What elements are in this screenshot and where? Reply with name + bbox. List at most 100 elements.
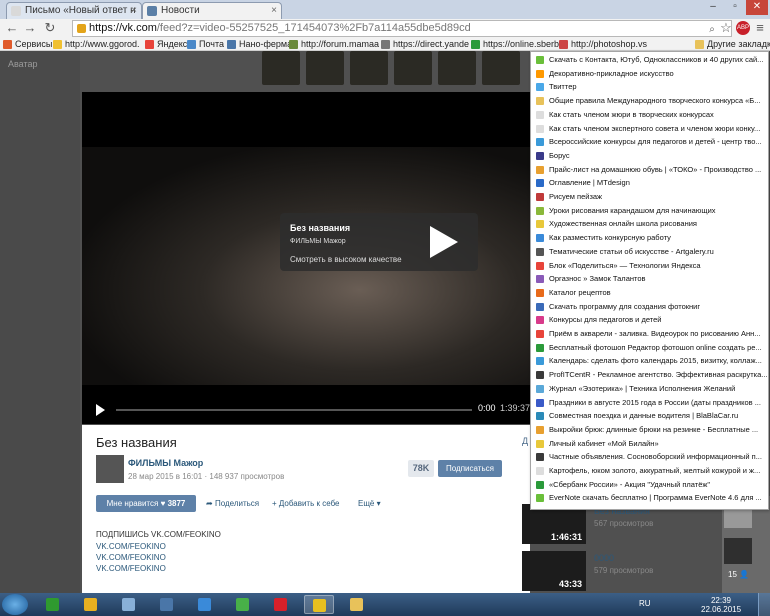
bookmark-menu-item[interactable]: Календарь: сделать фото календарь 2015, …: [531, 355, 770, 367]
bookmark-menu-item[interactable]: Общие правила Международного творческого…: [531, 95, 770, 107]
bookmark-menu-item[interactable]: ProfITCentR - Рекламное агентство. Эффек…: [531, 369, 770, 381]
clock[interactable]: 22:39 22.06.2015: [701, 596, 741, 614]
other-bookmarks-button[interactable]: Другие закладки: [694, 38, 770, 51]
bookmark-menu-item[interactable]: Тематические статьи об искусстве - Artga…: [531, 246, 770, 258]
feed-thumbnail[interactable]: [482, 51, 520, 85]
bookmark-menu-item[interactable]: Блок «Поделиться» — Технологии Яндекса: [531, 260, 770, 272]
related-thumbnail[interactable]: 1:46:31: [522, 504, 586, 544]
avatar[interactable]: [96, 455, 124, 483]
taskbar-app-button[interactable]: [76, 595, 106, 614]
close-icon[interactable]: ×: [131, 5, 137, 16]
bookmark-menu-item[interactable]: Художественная онлайн школа рисования: [531, 218, 770, 230]
bookmark-menu-item[interactable]: Журнал «Эзотерика» | Техника Исполнения …: [531, 383, 770, 395]
description-line[interactable]: VK.COM/FEOKINO: [96, 542, 166, 551]
bookmark-item[interactable]: Сервисы: [2, 38, 52, 51]
bookmark-item[interactable]: Нано-ферма: [226, 38, 292, 51]
language-indicator[interactable]: RU: [639, 599, 651, 608]
feed-thumbnail[interactable]: [350, 51, 388, 85]
bookmark-menu-item[interactable]: Как разместить конкурсную работу: [531, 232, 770, 244]
bookmark-menu-item[interactable]: Всероссийские конкурсы для педагогов и д…: [531, 136, 770, 148]
adblock-icon[interactable]: ABP: [736, 21, 750, 35]
bookmark-menu-item[interactable]: Приём в акварели - заливка. Видеоурок по…: [531, 328, 770, 340]
maximize-icon[interactable]: ▫: [724, 0, 746, 15]
photo-thumbnail[interactable]: [724, 538, 752, 564]
description-line[interactable]: ПОДПИШИСЬ VK.COM/FEOKINO: [96, 530, 221, 539]
taskbar-app-button[interactable]: [266, 595, 296, 614]
hq-link[interactable]: Смотреть в высоком качестве: [290, 255, 402, 264]
address-bar[interactable]: https://vk.com/feed?z=video-55257525_171…: [72, 20, 732, 37]
taskbar-app-button[interactable]: [228, 595, 258, 614]
taskbar-app-button[interactable]: [114, 595, 144, 614]
bookmark-item[interactable]: http://www.ggorod.: [52, 38, 140, 51]
bookmark-menu-item[interactable]: Твиттер: [531, 81, 770, 93]
description-line[interactable]: VK.COM/FEOKINO: [96, 564, 166, 573]
bookmark-menu-item[interactable]: Декоративно-прикладное искусство: [531, 68, 770, 80]
bookmark-menu-item[interactable]: Прайс-лист на домашнюю обувь | «ТОКО» - …: [531, 164, 770, 176]
bookmark-menu-item[interactable]: Скачать с Контакта, Ютуб, Одноклассников…: [531, 54, 770, 66]
bookmark-item[interactable]: http://photoshop.vs: [558, 38, 647, 51]
bookmark-menu-item[interactable]: Скачать программу для создания фотокниг: [531, 301, 770, 313]
bookmark-menu-item[interactable]: Картофель, юком золото, аккуратный, желт…: [531, 465, 770, 477]
bookmark-menu-item[interactable]: EverNote скачать бесплатно | Программа E…: [531, 492, 770, 504]
forward-icon[interactable]: →: [22, 20, 38, 36]
owner-link[interactable]: ФИЛЬМЫ Мажор: [128, 458, 203, 468]
bookmark-menu-item[interactable]: Выкройки брюк: длинные брюки на резинке …: [531, 424, 770, 436]
bookmark-item[interactable]: Яндекс: [144, 38, 187, 51]
subscribe-button[interactable]: Подписаться: [438, 460, 502, 477]
bookmark-item[interactable]: https://online.sberb: [470, 38, 559, 51]
bookmark-menu-item[interactable]: Частные объявления. Сосновоборский инфор…: [531, 451, 770, 463]
description-line[interactable]: VK.COM/FEOKINO: [96, 553, 166, 562]
taskbar-app-button[interactable]: [342, 595, 372, 614]
more-button[interactable]: Ещё ▾: [358, 499, 381, 508]
seek-bar[interactable]: [116, 409, 472, 411]
feed-thumbnail[interactable]: [438, 51, 476, 85]
bookmark-menu-item[interactable]: Личный кабинет «Мой Билайн»: [531, 438, 770, 450]
menu-icon[interactable]: ≡: [752, 20, 768, 36]
bookmark-item[interactable]: http://forum.mamaa: [288, 38, 379, 51]
bookmark-menu-item[interactable]: Как стать членом жюри в творческих конку…: [531, 109, 770, 121]
play-icon[interactable]: [430, 226, 458, 258]
back-icon[interactable]: ←: [4, 20, 20, 36]
bookmark-menu-item[interactable]: Праздники в августе 2015 года в России (…: [531, 397, 770, 409]
bookmark-menu-item[interactable]: Каталог рецептов: [531, 287, 770, 299]
video-overlay[interactable]: Без названия ФИЛЬМЫ Мажор Смотреть в выс…: [280, 213, 478, 271]
bookmark-menu-item[interactable]: Конкурсы для педагогов и детей: [531, 314, 770, 326]
add-button[interactable]: + Добавить к себе: [272, 499, 340, 508]
bookmark-menu-item[interactable]: «Сбербанк России» - Акция "Удачный платё…: [531, 479, 770, 491]
taskbar-app-button[interactable]: [152, 595, 182, 614]
tab-news[interactable]: Новости ×: [142, 2, 282, 19]
feed-thumbnail[interactable]: [306, 51, 344, 85]
play-icon[interactable]: [96, 404, 105, 416]
bookmark-item[interactable]: https://direct.yande: [380, 38, 469, 51]
related-video[interactable]: 1:46:31 Без названия 567 просмотров: [522, 504, 750, 544]
bookmark-menu-item[interactable]: Оглавление | MTdesign: [531, 177, 770, 189]
feed-thumbnail[interactable]: [394, 51, 432, 85]
related-title[interactable]: 0000: [594, 553, 614, 563]
bookmark-menu-item[interactable]: Рисуем пейзаж: [531, 191, 770, 203]
start-button[interactable]: [2, 594, 28, 615]
share-button[interactable]: ➦ Поделиться: [206, 499, 259, 508]
close-icon[interactable]: ×: [271, 5, 277, 16]
bookmark-menu-item[interactable]: Уроки рисования карандашом для начинающи…: [531, 205, 770, 217]
bookmark-menu-item[interactable]: Как стать членом экспертного совета и чл…: [531, 123, 770, 135]
overlay-channel[interactable]: ФИЛЬМЫ Мажор: [290, 238, 346, 245]
star-icon[interactable]: ☆: [718, 20, 734, 36]
reload-icon[interactable]: ↻: [42, 20, 58, 36]
like-button[interactable]: Мне нравится ♥ 3877: [96, 495, 196, 512]
bookmark-menu-item[interactable]: Бесплатный фотошоп Редактор фотошоп onli…: [531, 342, 770, 354]
show-desktop-button[interactable]: [758, 593, 770, 616]
bookmark-item[interactable]: Почта: [186, 38, 224, 51]
close-window-icon[interactable]: ✕: [746, 0, 768, 15]
tab-mail[interactable]: Письмо «Новый ответ н ×: [6, 2, 142, 19]
taskbar-app-button[interactable]: [190, 595, 220, 614]
bookmark-menu-item[interactable]: Оргазнос » Замок Талантов: [531, 273, 770, 285]
bookmark-menu-item[interactable]: Борус: [531, 150, 770, 162]
related-thumbnail[interactable]: 43:33: [522, 551, 586, 591]
minimize-icon[interactable]: –: [702, 0, 724, 15]
related-video[interactable]: 43:33 0000 579 просмотров: [522, 551, 750, 591]
taskbar-app-button[interactable]: [38, 595, 68, 614]
taskbar-app-button[interactable]: [304, 595, 334, 614]
bookmark-menu-item[interactable]: Совместная поездка и данные водителя | B…: [531, 410, 770, 422]
video-player[interactable]: Без названия ФИЛЬМЫ Мажор Смотреть в выс…: [82, 92, 530, 424]
feed-thumbnail[interactable]: [262, 51, 300, 85]
